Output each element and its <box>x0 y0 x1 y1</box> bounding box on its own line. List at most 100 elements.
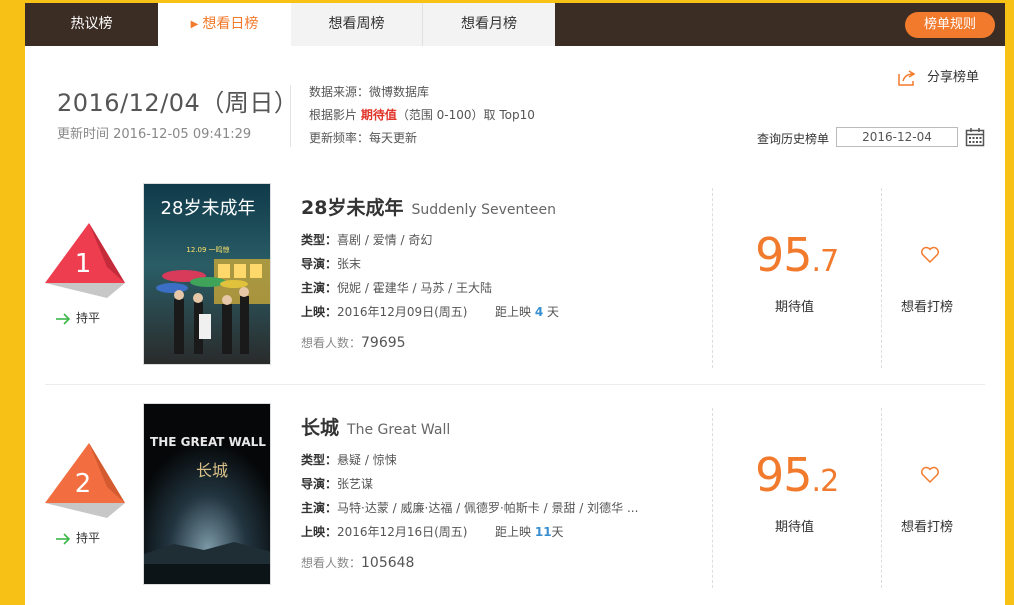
release-label: 上映： <box>301 525 338 539</box>
viewers-count: 想看人数：105648 <box>301 554 414 571</box>
ranking-basis: 根据影片 期待值（范围 0-100）取 Top10 <box>309 106 535 123</box>
poster-cn-title: 长城 <box>196 461 228 480</box>
update-time: 更新时间 2016-12-05 09:41:29 <box>57 127 252 142</box>
arrow-right-icon <box>56 532 71 545</box>
score-decimal: .2 <box>811 464 840 499</box>
movie-title-cn: 长城 <box>301 417 340 439</box>
movie-cast: 主演：倪妮 / 霍建华 / 马苏 / 王大陆 <box>301 279 492 296</box>
cast-value: 马特·达蒙 / 威廉·达福 / 佩德罗·帕斯卡 / 景甜 / 刘德华 ... <box>337 501 639 515</box>
score-label: 期待值 <box>775 520 815 535</box>
row-separator <box>45 384 985 385</box>
movie-poster[interactable]: 28岁未成年 12.09 一鸣惊 <box>143 183 271 365</box>
poster-title: 28岁未成年 <box>161 198 256 219</box>
want-vote-button[interactable]: 想看打榜 <box>901 516 953 535</box>
movie-title[interactable]: 28岁未成年 Suddenly Seventeen <box>301 193 556 220</box>
cast-label: 主演： <box>301 281 338 295</box>
rank-row: 2 持平 THE GREAT WALL 长城 长城 The Great Wall… <box>25 403 1005 603</box>
cast-label: 主演： <box>301 501 338 515</box>
tab-weekly-want[interactable]: 想看周榜 <box>291 3 423 46</box>
score-label: 期待值 <box>775 300 815 315</box>
countdown-days: 11 <box>534 525 552 539</box>
movie-title[interactable]: 长城 The Great Wall <box>301 413 450 440</box>
movie-director: 导演：张末 <box>301 255 361 272</box>
movie-release: 上映：2016年12月16日(周五) <box>301 523 467 540</box>
director-label: 导演： <box>301 477 338 491</box>
viewers-label: 想看人数： <box>301 556 362 570</box>
release-countdown: 距上映 4 天 <box>495 303 559 320</box>
score-decimal: .7 <box>811 244 840 279</box>
share-button[interactable]: 分享榜单 <box>897 66 979 86</box>
trend-label: 持平 <box>76 531 101 545</box>
score-int: 95 <box>755 448 813 502</box>
countdown-suffix: 天 <box>547 305 560 319</box>
active-tab-arrow-icon: ▶ <box>190 19 199 30</box>
column-divider <box>712 188 713 368</box>
countdown-prefix: 距上映 <box>495 525 532 539</box>
heart-icon[interactable] <box>920 246 940 264</box>
countdown-suffix: 天 <box>551 525 564 539</box>
divider <box>290 85 291 147</box>
basis-highlight: 期待值 <box>360 108 397 122</box>
share-icon <box>898 69 916 86</box>
movie-genre: 类型：喜剧 / 爱情 / 奇幻 <box>301 231 432 248</box>
director-value: 张艺谋 <box>337 477 374 491</box>
rank-badge: 1 <box>45 223 125 298</box>
viewers-label: 想看人数： <box>301 336 362 350</box>
countdown-days: 4 <box>534 305 544 319</box>
poster-title: THE GREAT WALL <box>150 435 266 449</box>
movie-title-en: Suddenly Seventeen <box>411 202 556 218</box>
release-label: 上映： <box>301 305 338 319</box>
rank-number: 1 <box>75 249 92 279</box>
movie-director: 导演：张艺谋 <box>301 475 373 492</box>
cast-value: 倪妮 / 霍建华 / 马苏 / 王大陆 <box>337 281 493 295</box>
release-value: 2016年12月16日(周五) <box>337 525 468 539</box>
director-value: 张末 <box>337 257 362 271</box>
viewers-count: 想看人数：79695 <box>301 334 406 351</box>
director-label: 导演： <box>301 257 338 271</box>
trend-indicator: 持平 <box>55 529 100 546</box>
data-source: 数据来源：微博数据库 <box>309 85 430 99</box>
basis-prefix: 根据影片 <box>309 108 358 122</box>
column-divider <box>881 188 882 368</box>
calendar-icon[interactable] <box>965 127 985 147</box>
movie-release: 上映：2016年12月09日(周五) <box>301 303 467 320</box>
heart-icon[interactable] <box>920 466 940 484</box>
viewers-value: 105648 <box>361 555 415 571</box>
chart-date: 2016/12/04（周日） <box>57 89 299 117</box>
genre-label: 类型： <box>301 233 338 247</box>
rank-number: 2 <box>75 469 92 499</box>
rules-button[interactable]: 榜单规则 <box>905 12 995 38</box>
rank-row: 1 持平 28岁未成年 12.09 一鸣惊 28岁未成年 Suddenly Se… <box>25 183 1005 383</box>
history-date-input[interactable] <box>836 127 958 147</box>
rank-badge: 2 <box>45 443 125 518</box>
release-countdown: 距上映 11天 <box>495 523 564 540</box>
tab-daily-want-label: 想看日榜 <box>202 16 259 32</box>
history-label: 查询历史榜单 <box>757 132 830 146</box>
movie-title-cn: 28岁未成年 <box>301 197 404 219</box>
genre-value: 悬疑 / 惊悚 <box>337 453 397 467</box>
trend-indicator: 持平 <box>55 309 100 326</box>
movie-cast: 主演：马特·达蒙 / 威廉·达福 / 佩德罗·帕斯卡 / 景甜 / 刘德华 ..… <box>301 499 638 516</box>
poster-date: 12.09 一鸣惊 <box>186 245 229 254</box>
tab-hot-discussion[interactable]: 热议榜 <box>25 3 158 46</box>
release-value: 2016年12月09日(周五) <box>337 305 468 319</box>
expectation-score: 95.7 <box>755 228 840 282</box>
column-divider <box>712 408 713 588</box>
movie-title-en: The Great Wall <box>347 422 451 438</box>
movie-poster[interactable]: THE GREAT WALL 长城 <box>143 403 271 585</box>
tab-monthly-want[interactable]: 想看月榜 <box>423 3 555 46</box>
column-divider <box>881 408 882 588</box>
trend-label: 持平 <box>76 311 101 325</box>
want-vote-button[interactable]: 想看打榜 <box>901 296 953 315</box>
viewers-value: 79695 <box>361 335 406 351</box>
score-int: 95 <box>755 228 813 282</box>
countdown-prefix: 距上映 <box>495 305 532 319</box>
tab-bar: 热议榜 ▶ 想看日榜 想看周榜 想看月榜 榜单规则 <box>25 3 1005 46</box>
update-frequency: 更新频率：每天更新 <box>309 131 418 145</box>
expectation-score: 95.2 <box>755 448 840 502</box>
ranking-panel: 热议榜 ▶ 想看日榜 想看周榜 想看月榜 榜单规则 2016/12/04（周日） … <box>25 3 1005 605</box>
share-label: 分享榜单 <box>927 70 980 85</box>
tab-daily-want[interactable]: ▶ 想看日榜 <box>158 3 291 46</box>
genre-value: 喜剧 / 爱情 / 奇幻 <box>337 233 433 247</box>
genre-label: 类型： <box>301 453 338 467</box>
